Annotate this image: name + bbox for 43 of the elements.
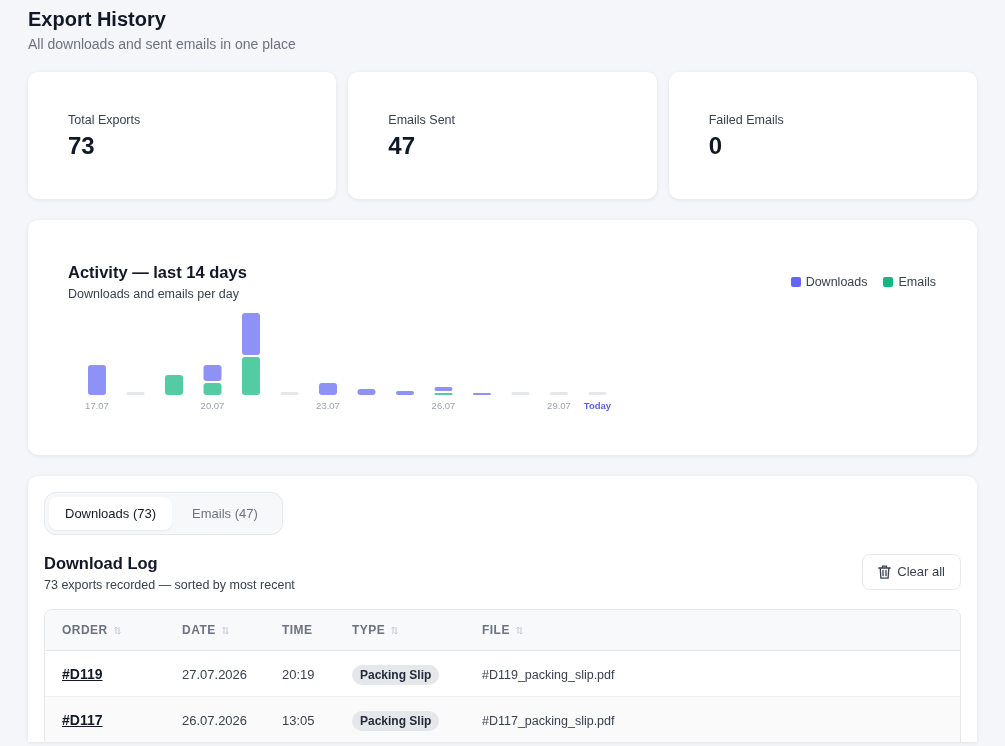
page-title: Export History: [28, 7, 167, 32]
stat-label: Total Exports: [68, 112, 142, 128]
date-cell: 26.07.2026: [182, 712, 248, 728]
axis-label: 23.07: [316, 400, 340, 412]
sort-icon[interactable]: [113, 625, 121, 635]
sort-icon[interactable]: [221, 625, 229, 635]
log-title: Download Log: [44, 553, 159, 574]
time-cell: 20:19: [282, 666, 315, 682]
column-header: TYPE: [352, 622, 386, 639]
stat-value: 73: [68, 131, 96, 161]
column-header: DATE: [182, 622, 216, 639]
order-link[interactable]: #D117: [62, 711, 103, 728]
stat-label: Emails Sent: [388, 112, 457, 128]
order-link[interactable]: #D119: [62, 665, 103, 682]
tab[interactable]: Downloads (73): [49, 497, 173, 530]
axis-label: 17.07: [85, 400, 109, 412]
tab[interactable]: Emails (47): [172, 497, 278, 530]
chart-title: Activity — last 14 days: [68, 262, 247, 283]
chart-subtitle: Downloads and emails per day: [68, 286, 240, 302]
date-cell: 27.07.2026: [182, 666, 248, 682]
stat-value: 47: [388, 131, 417, 161]
stat-value: 0: [708, 131, 723, 161]
file-name: #D117_packing_slip.pdf: [482, 713, 615, 728]
log-subtitle: 73 exports recorded — sorted by most recent: [44, 577, 295, 593]
trash-icon: [878, 565, 892, 579]
column-header: FILE: [482, 622, 510, 639]
axis-label: Today: [583, 400, 612, 412]
file-name: #D119_packing_slip.pdf: [482, 667, 615, 682]
page-subtitle: All downloads and sent emails in one place: [28, 35, 297, 54]
time-cell: 13:05: [282, 712, 315, 728]
stat-label: Failed Emails: [708, 112, 785, 128]
column-header: ORDER: [62, 622, 108, 639]
sort-icon[interactable]: [391, 625, 399, 635]
type-badge: Packing Slip: [352, 710, 440, 731]
axis-label: 20.07: [200, 400, 225, 412]
clear-all-button[interactable]: Clear all: [862, 554, 961, 590]
type-badge: Packing Slip: [352, 664, 440, 685]
sort-icon[interactable]: [515, 625, 523, 635]
legend-label: Downloads: [805, 274, 868, 290]
column-header: TIME: [282, 622, 313, 639]
axis-label: 26.07: [431, 400, 456, 412]
legend-label: Emails: [898, 274, 936, 290]
axis-label: 29.07: [547, 400, 571, 412]
